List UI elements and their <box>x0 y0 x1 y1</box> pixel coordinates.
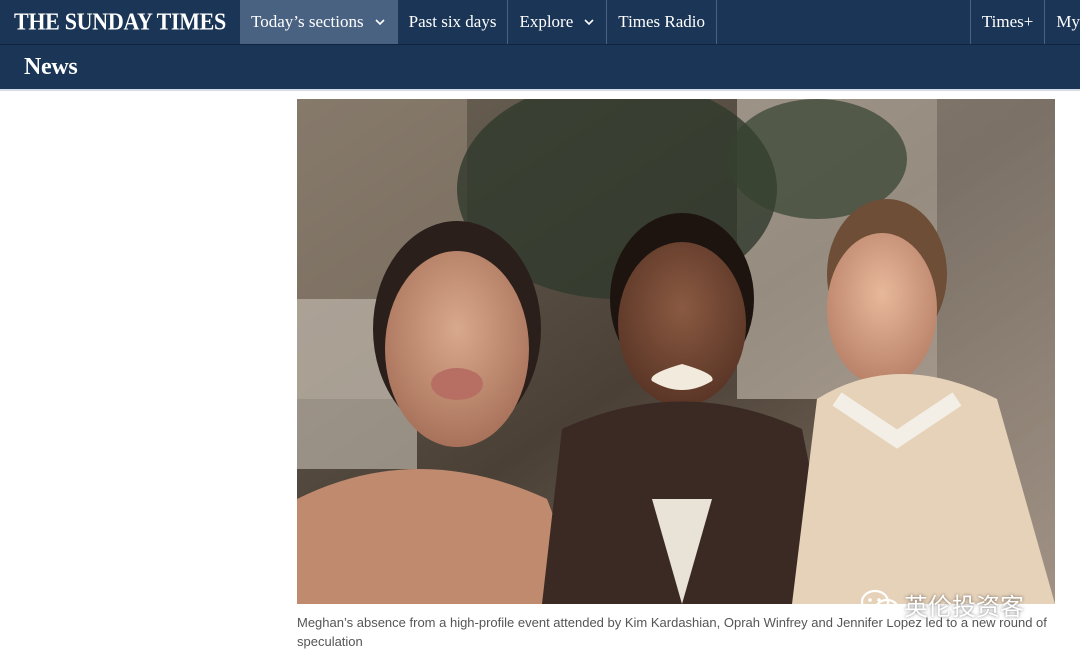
nav-times-radio-label: Times Radio <box>618 12 706 31</box>
nav-my-account-label: My <box>1056 12 1080 31</box>
nav-past-six-days-label: Past six days <box>408 12 497 31</box>
watermark-text: 英伦投资客 <box>904 593 1024 621</box>
article-photo <box>297 99 1055 604</box>
top-navigation-bar: THE SUNDAY TIMES Today’s sections Past s… <box>0 0 1080 45</box>
nav-past-six-days[interactable]: Past six days <box>398 0 509 44</box>
nav-explore-label: Explore <box>519 12 574 31</box>
section-title[interactable]: News <box>24 54 78 81</box>
watermark: 英伦投资客 <box>860 587 1024 622</box>
brand-logo[interactable]: THE SUNDAY TIMES <box>0 0 240 46</box>
nav-times-radio[interactable]: Times Radio <box>607 0 718 44</box>
nav-explore[interactable]: Explore <box>508 0 608 44</box>
photo-image <box>297 99 1055 604</box>
nav-todays-sections[interactable]: Today’s sections <box>240 0 398 44</box>
nav-my-account[interactable]: My <box>1045 0 1080 44</box>
chevron-down-icon <box>375 19 385 26</box>
wechat-icon <box>860 589 900 619</box>
nav-times-plus[interactable]: Times+ <box>971 0 1046 44</box>
section-bar: News <box>0 45 1080 91</box>
nav-todays-sections-label: Today’s sections <box>251 12 364 31</box>
nav-times-plus-label: Times+ <box>981 12 1034 31</box>
chevron-down-icon <box>584 19 594 26</box>
nav-spacer <box>717 0 971 44</box>
